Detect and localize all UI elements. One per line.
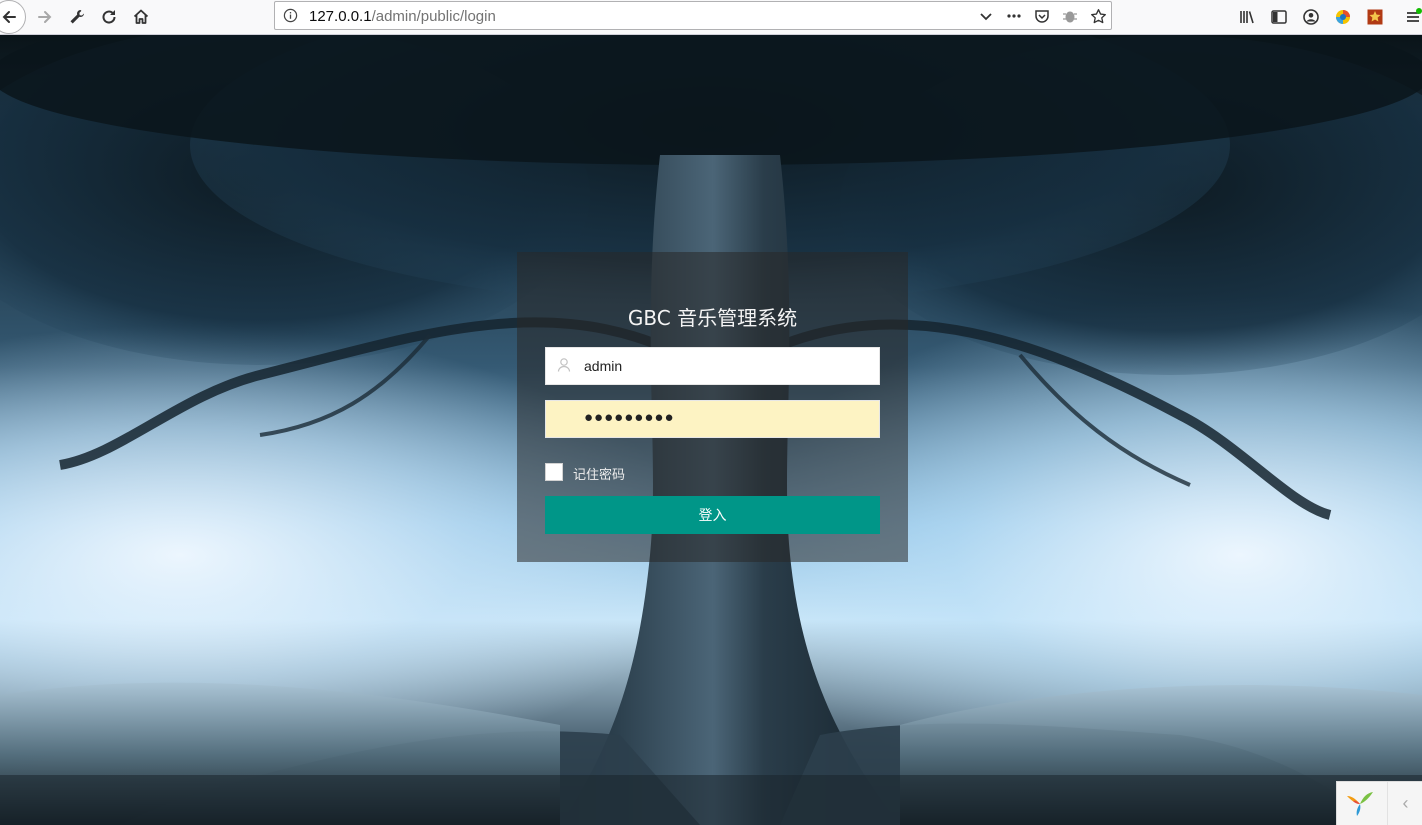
yii-logo-icon[interactable] bbox=[1345, 788, 1375, 818]
page-actions-button[interactable] bbox=[1005, 7, 1023, 25]
star-icon bbox=[1090, 8, 1106, 23]
browser-toolbar: 127.0.0.1/admin/public/login bbox=[0, 0, 1422, 35]
home-button[interactable] bbox=[128, 4, 154, 30]
url-text: 127.0.0.1/admin/public/login bbox=[309, 8, 496, 25]
remember-password-checkbox[interactable] bbox=[545, 463, 563, 481]
info-icon[interactable] bbox=[283, 8, 298, 23]
extension-icon bbox=[1063, 11, 1077, 23]
home-icon bbox=[133, 9, 149, 24]
forward-arrow-icon bbox=[38, 11, 52, 23]
pocket-button[interactable] bbox=[1033, 7, 1051, 25]
forward-button[interactable] bbox=[32, 4, 58, 30]
library-icon bbox=[1240, 11, 1254, 24]
password-input[interactable]: ●●●●●●●●● bbox=[545, 400, 880, 438]
back-button[interactable] bbox=[0, 0, 26, 34]
color-extension-icon bbox=[1336, 10, 1350, 24]
library-button[interactable] bbox=[1234, 4, 1260, 30]
menu-icon bbox=[1407, 8, 1422, 22]
login-panel: GBC 音乐管理系统 admin ●●●●●●●●● 记住密码 登入 bbox=[517, 252, 908, 562]
sidebar-button[interactable] bbox=[1266, 4, 1292, 30]
account-button[interactable] bbox=[1298, 4, 1324, 30]
login-title: GBC 音乐管理系统 bbox=[627, 306, 798, 330]
url-host: 127.0.0.1 bbox=[309, 8, 372, 25]
bookmark-button[interactable] bbox=[1089, 7, 1107, 25]
extension-button[interactable] bbox=[1061, 7, 1079, 25]
debug-toolbar-widget[interactable]: ‹ bbox=[1336, 781, 1422, 825]
username-input[interactable]: admin bbox=[545, 347, 880, 385]
reload-button[interactable] bbox=[96, 4, 122, 30]
login-page: GBC 音乐管理系统 admin ●●●●●●●●● 记住密码 登入 ‹ bbox=[0, 35, 1422, 825]
user-icon bbox=[557, 358, 571, 372]
account-icon bbox=[1303, 9, 1319, 25]
reload-icon bbox=[102, 10, 116, 24]
url-path: /admin/public/login bbox=[371, 8, 496, 25]
red-extension-button[interactable] bbox=[1362, 4, 1388, 30]
pocket-icon bbox=[1035, 10, 1049, 23]
back-arrow-icon bbox=[2, 11, 16, 23]
remember-password-label[interactable]: 记住密码 bbox=[573, 464, 625, 483]
sidebar-icon bbox=[1271, 10, 1287, 24]
address-bar[interactable]: 127.0.0.1/admin/public/login bbox=[274, 1, 1112, 30]
red-extension-icon bbox=[1367, 9, 1383, 25]
login-button[interactable]: 登入 bbox=[545, 496, 880, 534]
color-extension-button[interactable] bbox=[1330, 4, 1356, 30]
more-dots-icon bbox=[1007, 14, 1021, 18]
wrench-icon bbox=[70, 10, 84, 24]
url-dropdown-button[interactable] bbox=[977, 7, 995, 25]
chevron-down-icon bbox=[980, 13, 992, 21]
customize-button[interactable] bbox=[64, 4, 90, 30]
password-value: ●●●●●●●●● bbox=[584, 409, 675, 426]
menu-button[interactable] bbox=[1400, 4, 1422, 30]
username-value: admin bbox=[584, 358, 623, 374]
collapse-arrow-button[interactable]: ‹ bbox=[1387, 782, 1422, 825]
